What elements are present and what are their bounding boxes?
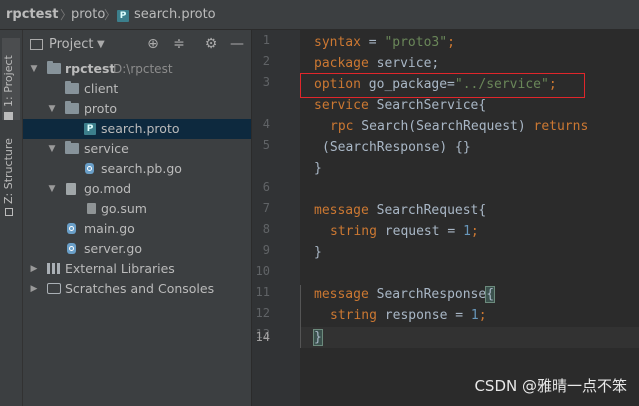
tree-item-rpctest[interactable]: ▼ rpctest D:\rpctest: [23, 59, 251, 79]
chevron-down-icon[interactable]: ▼: [47, 179, 57, 199]
tree-item-service[interactable]: ▼ service: [23, 139, 251, 159]
locate-icon[interactable]: ⊕: [144, 36, 162, 52]
chevron-down-icon[interactable]: ▼: [47, 139, 57, 159]
tree-item-label: go.mod: [84, 181, 132, 196]
folder-icon: [65, 141, 79, 154]
chevron-right-icon[interactable]: ▶: [29, 259, 39, 279]
breadcrumb-separator: 〉: [104, 8, 117, 22]
code-line: string response = 1;: [330, 308, 487, 323]
tree-item-server-go[interactable]: server.go: [23, 239, 251, 259]
tree-item-search-pb-go[interactable]: search.pb.go: [23, 159, 251, 179]
tree-item-label: proto: [84, 101, 117, 116]
line-number: 1: [262, 33, 270, 47]
breadcrumb-folder[interactable]: proto: [71, 0, 105, 30]
structure-icon: [5, 208, 13, 216]
project-view-icon: [30, 39, 43, 50]
folder-icon: [65, 101, 79, 114]
tree-item-external-libraries[interactable]: ▶ External Libraries: [23, 259, 251, 279]
tree-item-scratches[interactable]: ▶ Scratches and Consoles: [23, 279, 251, 299]
code-line: (SearchResponse) {}: [322, 140, 471, 155]
collapse-all-icon[interactable]: ≑: [170, 36, 188, 52]
project-panel-header: Project ▼ ⊕ ≑ ⚙ —: [23, 30, 251, 60]
project-panel-title[interactable]: Project: [49, 37, 93, 52]
tree-item-client[interactable]: client: [23, 79, 251, 99]
tree-item-label: go.sum: [101, 201, 147, 216]
code-line: rpc Search(SearchRequest) returns: [330, 119, 589, 134]
scratches-icon: [47, 283, 61, 294]
line-number: 12: [255, 306, 270, 320]
line-number: 6: [262, 180, 270, 194]
indent-guide: [300, 285, 301, 348]
code-line: }: [313, 329, 323, 346]
line-number: 5: [262, 138, 270, 152]
tab-project[interactable]: 1: Project: [2, 38, 20, 120]
chevron-right-icon[interactable]: ▶: [29, 279, 39, 299]
tab-structure[interactable]: Z: Structure: [2, 128, 20, 216]
current-line-highlight: [300, 327, 639, 348]
editor-gutter: 1 2 3 4 5 6 7 8 9 10 11 12 13 14: [252, 30, 300, 406]
folder-icon: [4, 112, 14, 120]
tree-item-main-go[interactable]: main.go: [23, 219, 251, 239]
watermark: CSDN @雅晴一点不笨: [474, 377, 627, 395]
folder-icon: [65, 81, 79, 94]
tree-item-label: server.go: [84, 241, 142, 256]
navigation-bar: rpctest 〉 proto 〉 P search.proto: [0, 0, 639, 30]
line-number: 4: [262, 117, 270, 131]
tree-item-proto[interactable]: ▼ proto: [23, 99, 251, 119]
breadcrumb-file[interactable]: search.proto: [134, 0, 216, 30]
tree-item-label: External Libraries: [65, 261, 175, 276]
tree-item-go-mod[interactable]: ▼ go.mod: [23, 179, 251, 199]
code-line: service SearchService{: [314, 98, 487, 113]
tree-item-label: search.pb.go: [101, 161, 182, 176]
go-file-icon: [65, 223, 79, 234]
proto-file-icon: P: [84, 123, 96, 135]
tree-item-label: service: [84, 141, 129, 156]
tree-item-search-proto[interactable]: P search.proto: [23, 119, 251, 139]
chevron-down-icon[interactable]: ▼: [97, 39, 105, 50]
line-number: 3: [262, 75, 270, 89]
chevron-down-icon[interactable]: ▼: [29, 59, 39, 79]
line-number: 2: [262, 54, 270, 68]
tree-item-label: Scratches and Consoles: [65, 281, 215, 296]
tree-item-label: rpctest: [65, 61, 116, 76]
line-number: 10: [255, 264, 270, 278]
tree-item-go-sum[interactable]: go.sum: [23, 199, 251, 219]
code-line: message SearchRequest{: [314, 203, 487, 218]
code-line: string request = 1;: [330, 224, 479, 239]
code-line: message SearchResponse{: [314, 286, 496, 303]
line-number: 9: [262, 243, 270, 257]
line-number: 11: [255, 285, 270, 299]
tool-window-strip: 1: Project Z: Structure: [0, 30, 23, 406]
line-number: 7: [262, 201, 270, 215]
library-icon: [47, 263, 61, 274]
sum-file-icon: [87, 203, 96, 214]
tree-item-label: client: [84, 81, 119, 96]
line-number: 8: [262, 222, 270, 236]
code-line: syntax = "proto3";: [314, 35, 455, 50]
folder-icon: [47, 61, 61, 74]
code-line: package service;: [314, 56, 440, 71]
tree-item-label: main.go: [84, 221, 135, 236]
go-file-icon: [65, 243, 79, 254]
go-file-icon: [83, 163, 97, 174]
proto-file-icon: P: [117, 10, 129, 22]
code-line: }: [314, 245, 322, 260]
gear-icon[interactable]: ⚙: [202, 36, 220, 52]
tree-item-label: search.proto: [101, 121, 180, 136]
project-panel: Project ▼ ⊕ ≑ ⚙ — ▼ rpctest D:\rpctest c…: [23, 30, 251, 406]
chevron-down-icon[interactable]: ▼: [47, 99, 57, 119]
tree-item-path: D:\rpctest: [113, 62, 173, 76]
mod-file-icon: [66, 183, 76, 195]
code-line: }: [314, 161, 322, 176]
highlight-box: [300, 73, 585, 98]
breadcrumb-project[interactable]: rpctest: [6, 0, 58, 30]
current-line-number: 14: [255, 330, 270, 344]
